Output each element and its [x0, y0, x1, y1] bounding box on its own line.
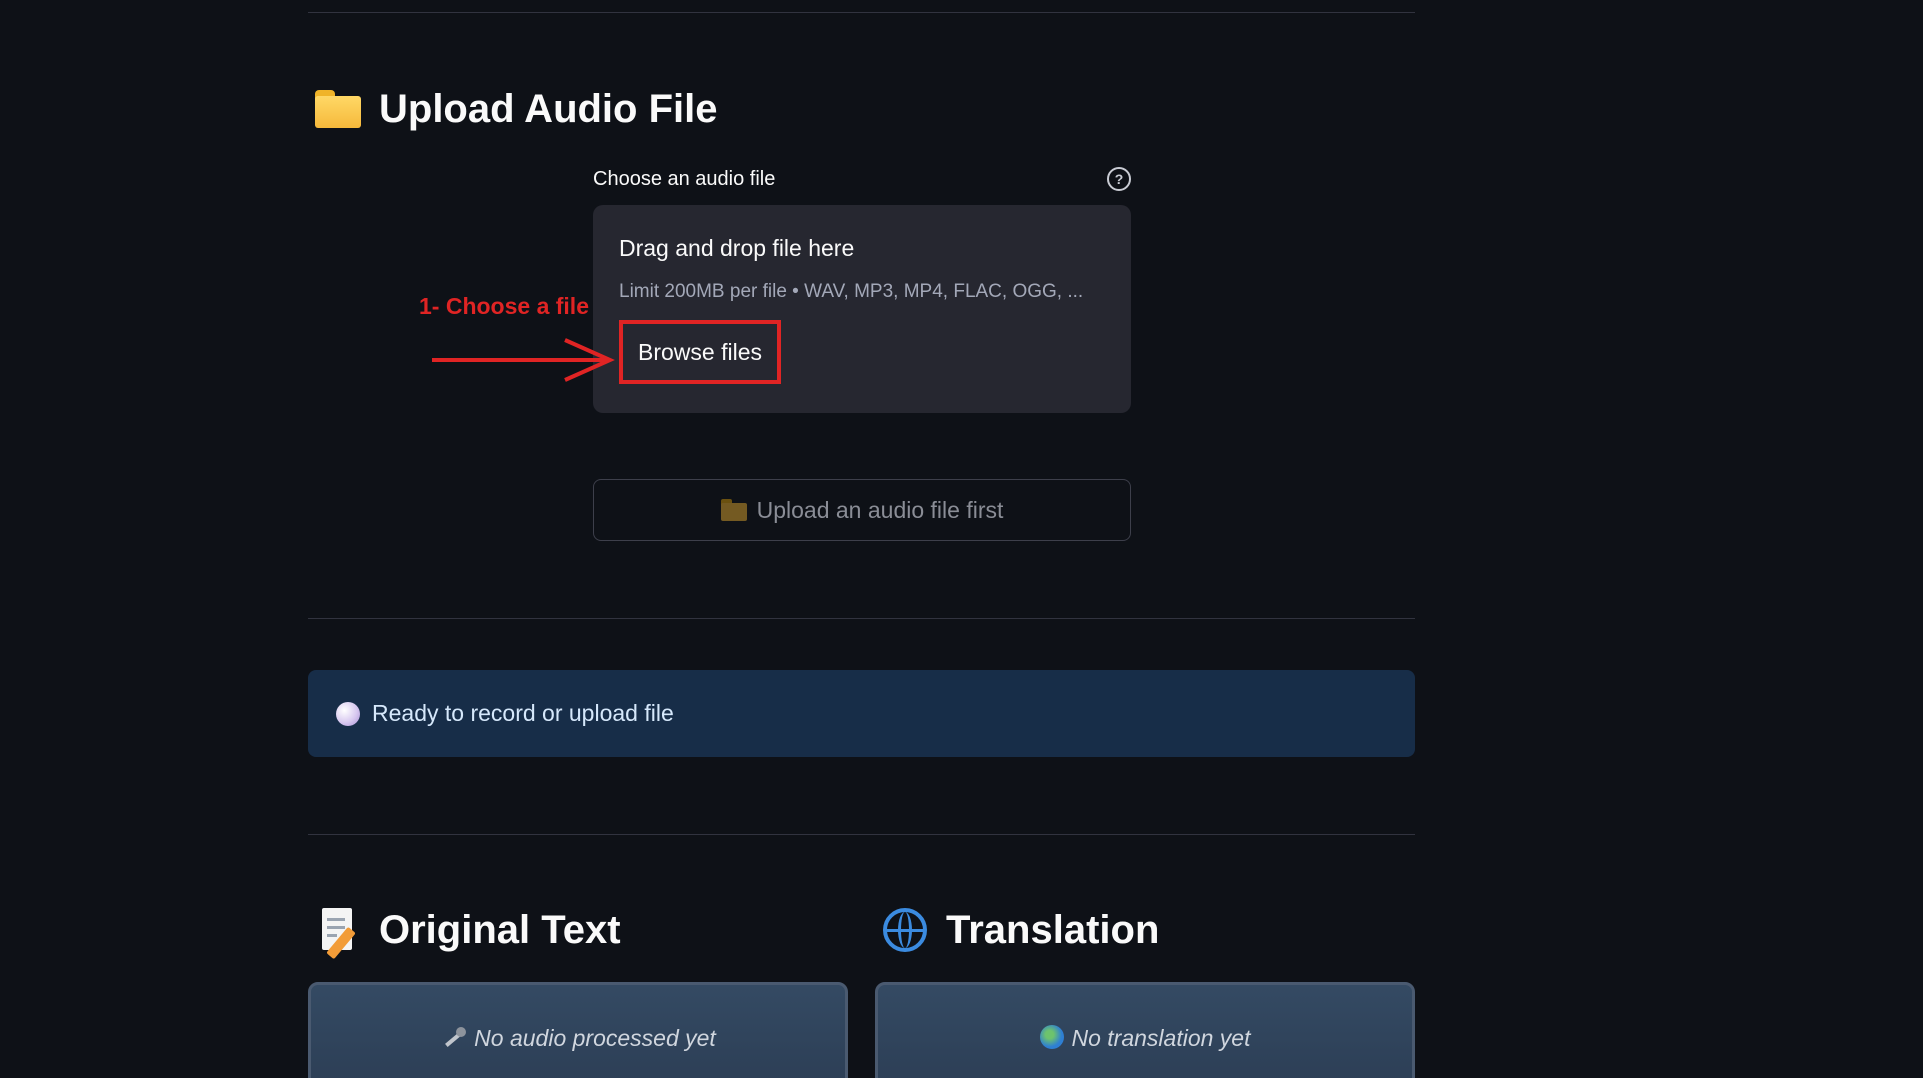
microphone-icon [440, 1025, 467, 1051]
dropzone-limit-text: Limit 200MB per file • WAV, MP3, MP4, FL… [619, 281, 1084, 302]
status-text: Ready to record or upload file [372, 700, 674, 726]
dropzone-title: Drag and drop file here [619, 235, 855, 261]
original-text-title-text: Original Text [379, 907, 621, 952]
page: Upload Audio File Choose an audio file ?… [0, 0, 1923, 1078]
translation-title-text: Translation [946, 907, 1160, 952]
annotation-arrow-icon [432, 338, 615, 382]
upload-audio-button[interactable]: Upload an audio file first [593, 479, 1131, 541]
upload-section-title-text: Upload Audio File [379, 86, 718, 131]
original-text-title: Original Text [313, 905, 621, 960]
annotation-label: 1- Choose a file [419, 293, 589, 319]
memo-icon [313, 905, 363, 960]
file-dropzone[interactable]: Drag and drop file here Limit 200MB per … [593, 205, 1131, 413]
help-icon[interactable]: ? [1107, 167, 1131, 191]
browse-files-button[interactable]: Browse files [619, 320, 781, 384]
original-text-box: No audio processed yet [308, 982, 848, 1078]
file-uploader-label: Choose an audio file [593, 167, 776, 190]
white-circle-icon [336, 701, 360, 726]
translation-title: Translation [880, 905, 1159, 955]
divider [308, 834, 1415, 835]
folder-icon [313, 84, 363, 134]
translation-placeholder: No translation yet [1071, 1025, 1251, 1051]
earth-icon [1039, 1025, 1064, 1049]
original-text-placeholder: No audio processed yet [474, 1025, 716, 1051]
folder-icon [720, 499, 747, 521]
translation-box: No translation yet [875, 982, 1415, 1078]
globe-icon [880, 905, 930, 955]
divider [308, 618, 1415, 619]
status-banner: Ready to record or upload file [308, 670, 1415, 757]
upload-section-title: Upload Audio File [313, 84, 718, 134]
divider [308, 12, 1415, 13]
upload-audio-button-label: Upload an audio file first [756, 496, 1004, 523]
file-uploader-label-row: Choose an audio file ? [593, 165, 1131, 193]
